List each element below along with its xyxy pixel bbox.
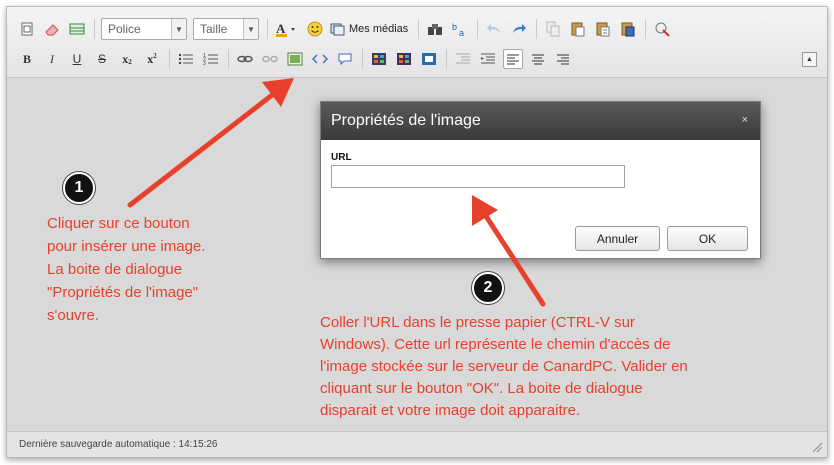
chevron-down-icon: ▼ <box>171 19 186 39</box>
ok-button[interactable]: OK <box>667 226 748 251</box>
link-icon[interactable] <box>235 49 255 69</box>
toolbar-collapse-icon[interactable]: ▲ <box>802 52 817 67</box>
note-1-line: "Propriétés de l'image" <box>47 284 199 301</box>
unlink-icon <box>260 49 280 69</box>
dialog-header: Propriétés de l'image × <box>321 102 760 140</box>
size-select[interactable]: Taille ▼ <box>193 18 259 40</box>
resize-grip-icon[interactable] <box>811 441 823 453</box>
note-2-line: cliquant sur le bouton "OK". La boite de… <box>320 380 643 397</box>
note-2-line: Coller l'URL dans le presse papier (CTRL… <box>320 314 635 331</box>
url-label: URL <box>331 152 352 163</box>
toolbar-row-2: B I U S x2 x2 123 <box>17 47 817 71</box>
url-input[interactable] <box>331 165 625 188</box>
instruction-note-1: Cliquer sur ce bouton pour insérer une i… <box>47 212 297 327</box>
eraser-icon[interactable] <box>42 19 62 39</box>
bullet-list-icon[interactable] <box>176 49 196 69</box>
toolbar-separator <box>94 19 95 39</box>
toolbar-row-1: Police ▼ Taille ▼ A Mes médias b a <box>17 17 817 41</box>
underline-button[interactable]: U <box>67 49 87 69</box>
align-right-icon[interactable] <box>553 49 573 69</box>
quote-icon[interactable] <box>335 49 355 69</box>
media-grid-icon[interactable] <box>369 49 389 69</box>
video-icon[interactable] <box>419 49 439 69</box>
indent-icon[interactable] <box>478 49 498 69</box>
replace-icon[interactable]: ba <box>450 19 470 39</box>
chevron-down-icon: ▼ <box>243 19 258 39</box>
mes-medias-label: Mes médias <box>349 23 409 35</box>
toolbar-separator <box>362 49 363 69</box>
paste-icon[interactable] <box>568 19 588 39</box>
status-bar: Dernière sauvegarde automatique : 14:15:… <box>7 431 827 457</box>
toolbar-separator <box>536 19 538 39</box>
spellcheck-icon[interactable] <box>652 19 672 39</box>
bold-button[interactable]: B <box>17 49 37 69</box>
svg-text:b: b <box>452 22 457 32</box>
undo-icon <box>484 19 504 39</box>
font-select-value: Police <box>108 22 141 36</box>
paste-word-icon[interactable] <box>618 19 638 39</box>
paste-text-icon[interactable] <box>593 19 613 39</box>
svg-text:3: 3 <box>203 61 206 66</box>
code-icon[interactable] <box>310 49 330 69</box>
note-1-line: s'ouvre. <box>47 307 100 324</box>
instruction-note-2: Coller l'URL dans le presse papier (CTRL… <box>320 312 780 422</box>
toolbar-separator <box>477 19 479 39</box>
toolbar-separator <box>169 49 170 69</box>
font-select[interactable]: Police ▼ <box>101 18 187 40</box>
size-select-value: Taille <box>200 22 228 36</box>
step-2-badge: 2 <box>472 272 504 304</box>
note-2-line: l'image stockée sur le serveur de Canard… <box>320 358 688 375</box>
svg-text:A: A <box>276 21 286 36</box>
cancel-button[interactable]: Annuler <box>575 226 660 251</box>
note-2-line: disparait et votre image doit apparaitre… <box>320 402 581 419</box>
editor-toolbar: Police ▼ Taille ▼ A Mes médias b a B I U… <box>7 7 827 78</box>
source-icon[interactable] <box>17 19 37 39</box>
strikethrough-button[interactable]: S <box>92 49 112 69</box>
toolbar-separator <box>267 19 268 39</box>
text-color-icon[interactable]: A <box>274 19 300 39</box>
media-icon <box>330 23 345 36</box>
table-icon[interactable] <box>67 19 87 39</box>
copy-icon <box>543 19 563 39</box>
numbered-list-icon[interactable]: 123 <box>201 49 221 69</box>
gallery-icon[interactable] <box>394 49 414 69</box>
toolbar-separator <box>446 49 447 69</box>
subscript-button[interactable]: x2 <box>117 49 137 69</box>
subscript-icon: 2 <box>128 58 132 66</box>
svg-text:a: a <box>459 28 464 37</box>
note-1-line: pour insérer une image. <box>47 238 206 255</box>
close-icon[interactable]: × <box>742 114 748 126</box>
autosave-status: Dernière sauvegarde automatique : 14:15:… <box>19 439 218 450</box>
note-1-line: La boite de dialogue <box>47 261 183 278</box>
insert-image-icon[interactable] <box>285 49 305 69</box>
superscript-button[interactable]: x2 <box>142 49 162 69</box>
align-center-icon[interactable] <box>528 49 548 69</box>
note-1-line: Cliquer sur ce bouton <box>47 215 190 232</box>
italic-button[interactable]: I <box>42 49 62 69</box>
outdent-icon[interactable] <box>453 49 473 69</box>
align-left-icon[interactable] <box>503 49 523 69</box>
note-2-line: Windows). Cette url représente le chemin… <box>320 336 671 353</box>
image-properties-dialog: Propriétés de l'image × URL Annuler OK <box>320 101 761 259</box>
mes-medias-button[interactable]: Mes médias <box>330 22 408 36</box>
toolbar-separator <box>228 49 229 69</box>
dialog-title: Propriétés de l'image <box>331 112 481 129</box>
smiley-icon[interactable] <box>305 19 325 39</box>
toolbar-separator <box>645 19 647 39</box>
toolbar-separator <box>418 19 420 39</box>
superscript-icon: 2 <box>153 52 157 60</box>
redo-icon[interactable] <box>509 19 529 39</box>
step-1-badge: 1 <box>63 172 95 204</box>
find-icon[interactable] <box>425 19 445 39</box>
